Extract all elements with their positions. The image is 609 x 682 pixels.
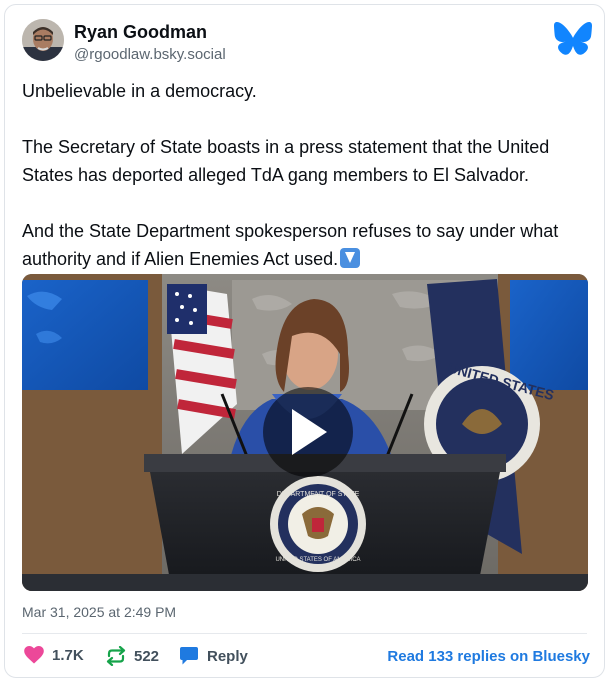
post-paragraph: And the State Department spokesperson re… [22,221,559,269]
divider [22,633,587,634]
repost-button[interactable]: 522 [106,646,159,666]
post-card: Ryan Goodman @rgoodlaw.bsky.social Unbel… [4,4,605,678]
like-count: 1.7K [52,646,84,664]
action-bar: 1.7K 522 Reply Read 133 replies on Blues… [22,642,590,670]
heart-icon [24,646,44,664]
seal-lettering-top: DEPARTMENT OF STATE [277,491,360,498]
play-icon[interactable] [263,387,353,477]
avatar[interactable] [22,19,64,61]
repost-icon [106,646,126,666]
video-player[interactable]: UNITED STATES DEPARTMENT OF STATE UNITED… [22,274,588,591]
like-button[interactable]: 1.7K [24,646,84,664]
post-header: Ryan Goodman @rgoodlaw.bsky.social [22,19,592,63]
reply-button[interactable]: Reply [179,646,248,666]
author-name[interactable]: Ryan Goodman [74,22,207,43]
post-paragraph: Unbelievable in a democracy. [22,81,257,101]
speech-bubble-icon [180,647,198,665]
read-replies-link[interactable]: Read 133 replies on Bluesky [387,648,590,665]
author-handle[interactable]: @rgoodlaw.bsky.social [74,46,226,63]
post-paragraph: The Secretary of State boasts in a press… [22,137,550,185]
post-timestamp[interactable]: Mar 31, 2025 at 2:49 PM [22,604,176,620]
repost-count: 522 [134,647,160,665]
down-arrow-emoji-icon [340,248,361,268]
reply-label: Reply [207,647,248,665]
seal-lettering-bottom: UNITED STATES OF AMERICA [275,557,360,563]
post-body: Unbelievable in a democracy. The Secreta… [22,77,592,273]
bluesky-butterfly-icon[interactable] [554,22,592,56]
